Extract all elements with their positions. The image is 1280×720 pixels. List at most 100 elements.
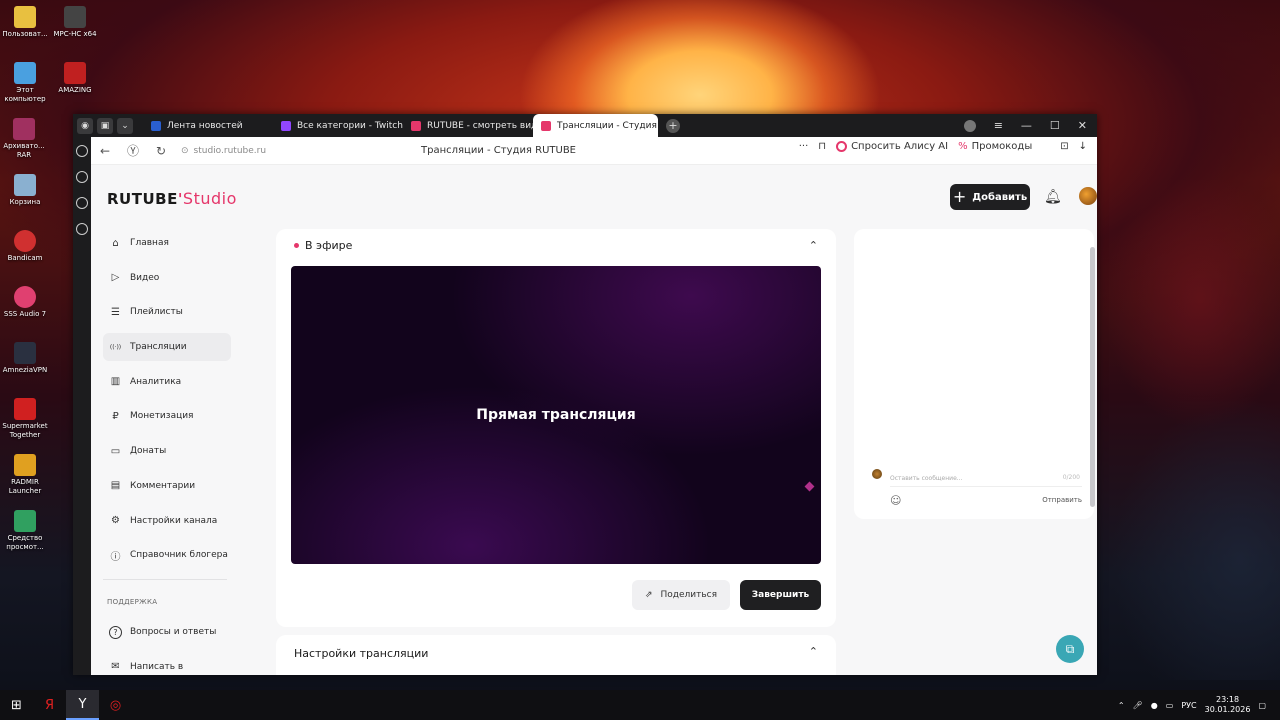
tab-rutube[interactable]: RUTUBE - смотреть виде — [403, 114, 533, 137]
desktop-icon-user-folder[interactable]: Пользоват... — [0, 6, 50, 39]
sidebar-divider — [103, 579, 227, 581]
sidebar-item-playlists[interactable]: ☰ Плейлисты — [103, 298, 231, 326]
analytics-icon: ▥ — [110, 376, 121, 388]
desktop-icon-recycle-bin[interactable]: Корзина — [0, 174, 50, 207]
badge-icon[interactable] — [76, 223, 88, 235]
sidebar-item-write[interactable]: ✉ Написать в — [103, 653, 231, 675]
collections-icon[interactable] — [76, 197, 88, 209]
clock[interactable]: 23:18 30.01.2026 — [1205, 695, 1251, 715]
microphone-icon[interactable]: 🎤︎ — [1133, 701, 1143, 710]
scrollbar-thumb[interactable] — [1090, 247, 1095, 507]
download-icon[interactable]: ↓ — [1079, 141, 1087, 152]
browser-taskbar-icon[interactable]: Y — [66, 690, 99, 720]
share-icon: ⇗ — [644, 590, 653, 600]
browser-window: ◉ ▣ ⌄ Лента новостей Все категории - Twi… — [73, 114, 1097, 675]
chevron-up-icon[interactable]: ⌃ — [1118, 701, 1125, 710]
sidebar-item-video[interactable]: ▷ Видео — [103, 264, 231, 292]
desktop-icon-amazing[interactable]: AMAZING — [50, 62, 100, 95]
address-bar: ← Ⓨ ↻ ⊙ studio.rutube.ru Трансляции - Сту… — [73, 137, 1097, 165]
profile-icon[interactable]: ◉ — [77, 117, 93, 134]
chevron-up-icon[interactable]: ⌃ — [809, 239, 818, 252]
network-icon[interactable]: ▭ — [1166, 701, 1174, 710]
share-button[interactable]: ⇗ Поделиться — [632, 580, 730, 610]
wallpaper-tree — [1090, 180, 1280, 680]
scrollbar[interactable] — [1090, 171, 1095, 661]
tab-tools: ◉ ▣ ⌄ — [73, 117, 143, 134]
obs-taskbar-icon[interactable]: ◎ — [99, 690, 132, 720]
help-chat-button[interactable]: ⧉ — [1056, 635, 1084, 663]
tab-news[interactable]: Лента новостей — [143, 114, 273, 137]
studio-header: RUTUBE'Studio + Добавить 🔔︎ — [91, 165, 1097, 229]
alice-icon — [836, 141, 848, 152]
page-title: Трансляции - Студия RUTUBE — [421, 145, 577, 156]
video-icon: ▷ — [111, 272, 120, 284]
desktop-icon-rar[interactable]: Архивато... RAR — [0, 118, 48, 160]
desktop-icon-this-pc[interactable]: Этот компьютер — [0, 62, 50, 104]
desktop-icon-bandicam[interactable]: Bandicam — [0, 230, 50, 263]
emoji-icon[interactable]: ☺ — [890, 494, 901, 507]
notification-icon[interactable]: ▢ — [1258, 701, 1266, 710]
desktop-icon-sss-audio[interactable]: SSS Audio 7 — [0, 286, 50, 319]
support-heading: ПОДДЕРЖКА — [107, 598, 158, 607]
studio-page: RUTUBE'Studio + Добавить 🔔︎ ⌂ Главная ▷ Вид… — [91, 165, 1097, 675]
plus-icon: + — [952, 187, 967, 206]
desktop-icon-supermarket[interactable]: Supermarket Together — [0, 398, 50, 440]
rutube-studio-icon — [541, 120, 551, 131]
maximize-icon[interactable]: ☐ — [1050, 119, 1060, 132]
new-tab-button[interactable]: + — [666, 118, 680, 133]
bell-icon[interactable]: 🔔︎ — [1044, 189, 1062, 205]
sidebar-item-streams[interactable]: ((·)) Трансляции — [103, 333, 231, 362]
language-indicator[interactable]: РУС — [1181, 701, 1196, 710]
send-button[interactable]: Отправить — [1042, 496, 1082, 504]
rutube-studio-logo[interactable]: RUTUBE'Studio — [107, 189, 237, 208]
back-icon[interactable]: ← — [91, 144, 119, 158]
promo-button[interactable]: % Промокоды — [958, 141, 1032, 152]
yandex-taskbar-icon[interactable]: Я — [33, 690, 66, 720]
tab-bar: ◉ ▣ ⌄ Лента новостей Все категории - Twi… — [73, 114, 1097, 137]
sidebar-item-faq[interactable]: ? Вопросы и ответы — [103, 618, 231, 646]
sidebar-item-analytics[interactable]: ▥ Аналитика — [103, 368, 231, 396]
ask-alice-button[interactable]: Спросить Алису AI — [836, 141, 948, 152]
chevron-down-icon[interactable]: ⌄ — [117, 117, 133, 134]
sidebar-item-channel-settings[interactable]: ⚙ Настройки канала — [103, 507, 231, 535]
minimize-icon[interactable]: — — [1021, 119, 1032, 132]
broadcast-icon: ((·)) — [109, 343, 122, 351]
sidebar-item-monetization[interactable]: ₽ Монетизация — [103, 402, 231, 430]
chat-input[interactable]: Оставить сообщение... — [890, 469, 1082, 487]
sidebar-item-comments[interactable]: ▤ Комментарии — [103, 472, 231, 500]
chevron-up-icon[interactable]: ⌃ — [809, 645, 818, 658]
add-button[interactable]: + Добавить — [950, 184, 1030, 210]
tab-studio[interactable]: Трансляции - Студия R✕ — [533, 114, 658, 137]
close-icon[interactable]: ✕ — [1078, 119, 1087, 132]
shield-icon: ⊙ — [181, 145, 189, 156]
stream-player[interactable]: Прямая трансляция — [291, 266, 821, 564]
live-title: В эфире — [294, 239, 352, 252]
lock-icon[interactable]: ▣ — [97, 117, 113, 134]
end-stream-button[interactable]: Завершить — [740, 580, 821, 610]
sidebar-item-home[interactable]: ⌂ Главная — [103, 229, 231, 257]
info-icon: ⓘ — [110, 551, 121, 563]
history-icon[interactable] — [76, 145, 88, 157]
yandex-icon[interactable]: Ⓨ — [119, 142, 147, 159]
sidebar-item-blogger-guide[interactable]: ⓘ Справочник блогера — [103, 541, 231, 569]
sidebar-panel-icon[interactable]: ⊡ — [1060, 141, 1068, 152]
desktop-icon-viewer[interactable]: Средство просмот... — [0, 510, 50, 552]
desktop-icon-amnezia[interactable]: AmneziaVPN — [0, 342, 50, 375]
desktop-icon-mpc[interactable]: MPC-HC x64 — [50, 6, 100, 39]
desktop-icon-radmir[interactable]: RADMIR Launcher — [0, 454, 50, 496]
tab-twitch[interactable]: Все категории - Twitch — [273, 114, 403, 137]
vpn-icon[interactable]: ● — [1151, 701, 1158, 710]
menu-icon[interactable]: ≡ — [994, 119, 1003, 132]
sidebar-item-donations[interactable]: ▭ Донаты — [103, 437, 231, 465]
home-icon: ⌂ — [112, 237, 119, 249]
account-icon[interactable] — [963, 119, 976, 132]
wallet-icon: ▭ — [110, 445, 121, 457]
start-icon[interactable]: ⊞ — [0, 690, 33, 720]
ruble-icon: ₽ — [112, 410, 119, 422]
bookmark-icon[interactable]: ⊓ — [818, 141, 826, 152]
more-icon[interactable]: ··· — [799, 141, 809, 152]
twitch-icon — [281, 120, 291, 131]
reload-icon[interactable]: ↻ — [147, 144, 175, 158]
url-field[interactable]: ⊙ studio.rutube.ru — [181, 146, 266, 156]
play-icon[interactable] — [76, 171, 88, 183]
